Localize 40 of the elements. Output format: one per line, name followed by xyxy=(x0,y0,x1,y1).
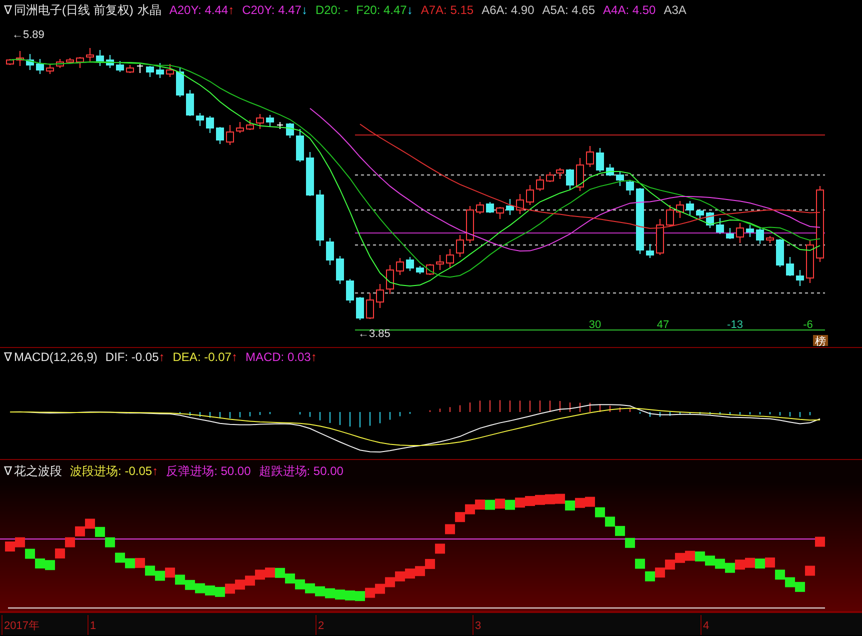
indicator-reading: A7A: 5.15 xyxy=(420,3,474,17)
panel-title: MACD(12,26,9) xyxy=(14,350,98,364)
count-label: -6 xyxy=(803,319,813,331)
trend-arrow: ↑ xyxy=(228,3,234,17)
indicator-reading: D20: - xyxy=(315,3,348,17)
indicator-reading: A3A xyxy=(664,3,686,17)
collapse-toggle[interactable]: ∇ xyxy=(4,464,12,478)
indicator-reading: MACD: 0.03 xyxy=(245,350,311,364)
collapse-toggle[interactable]: ∇ xyxy=(4,350,12,364)
indicator-name: 水晶 xyxy=(137,2,162,18)
indicator-reading: A4A: 4.50 xyxy=(603,3,656,17)
indicator-reading: DIF: -0.05 xyxy=(105,350,159,364)
panel-title: 花之波段 xyxy=(14,462,62,480)
trend-arrow: ↑ xyxy=(152,464,158,478)
panel-title: 同洲电子(日线 前复权) xyxy=(14,2,134,18)
indicator-reading: 波段进场: -0.05 xyxy=(70,462,152,480)
low-price-label: ←3.85 xyxy=(358,328,390,340)
trend-arrow: ↓ xyxy=(301,3,308,17)
date-label: 1 xyxy=(90,620,96,632)
trend-arrow: ↓ xyxy=(406,3,413,17)
trend-arrow: ↑ xyxy=(310,350,317,364)
date-label: 2 xyxy=(318,620,324,632)
date-label: 2017年 xyxy=(4,620,40,632)
indicator-reading: DEA: -0.07 xyxy=(172,350,232,364)
count-label: -13 xyxy=(727,319,743,331)
high-price-label: ←5.89 xyxy=(12,29,44,41)
trend-arrow: ↑ xyxy=(158,350,165,364)
trend-arrow: ↑ xyxy=(231,350,238,364)
indicator-reading: A5A: 4.65 xyxy=(542,3,596,17)
collapse-toggle[interactable]: ∇ xyxy=(4,3,12,17)
indicator-reading: A6A: 4.90 xyxy=(482,3,534,17)
count-label: 30 xyxy=(588,319,602,331)
date-label: 3 xyxy=(475,620,482,632)
indicator-reading: C20Y: 4.47 xyxy=(242,3,302,17)
indicator-reading: F20: 4.47 xyxy=(356,3,407,17)
date-label: 4 xyxy=(703,620,710,632)
indicator-reading: 反弹进场: 50.00 xyxy=(166,462,251,480)
count-label: 47 xyxy=(656,319,670,331)
indicator-reading: 超跌进场: 50.00 xyxy=(258,462,344,480)
indicator-reading: A20Y: 4.44 xyxy=(169,3,228,17)
